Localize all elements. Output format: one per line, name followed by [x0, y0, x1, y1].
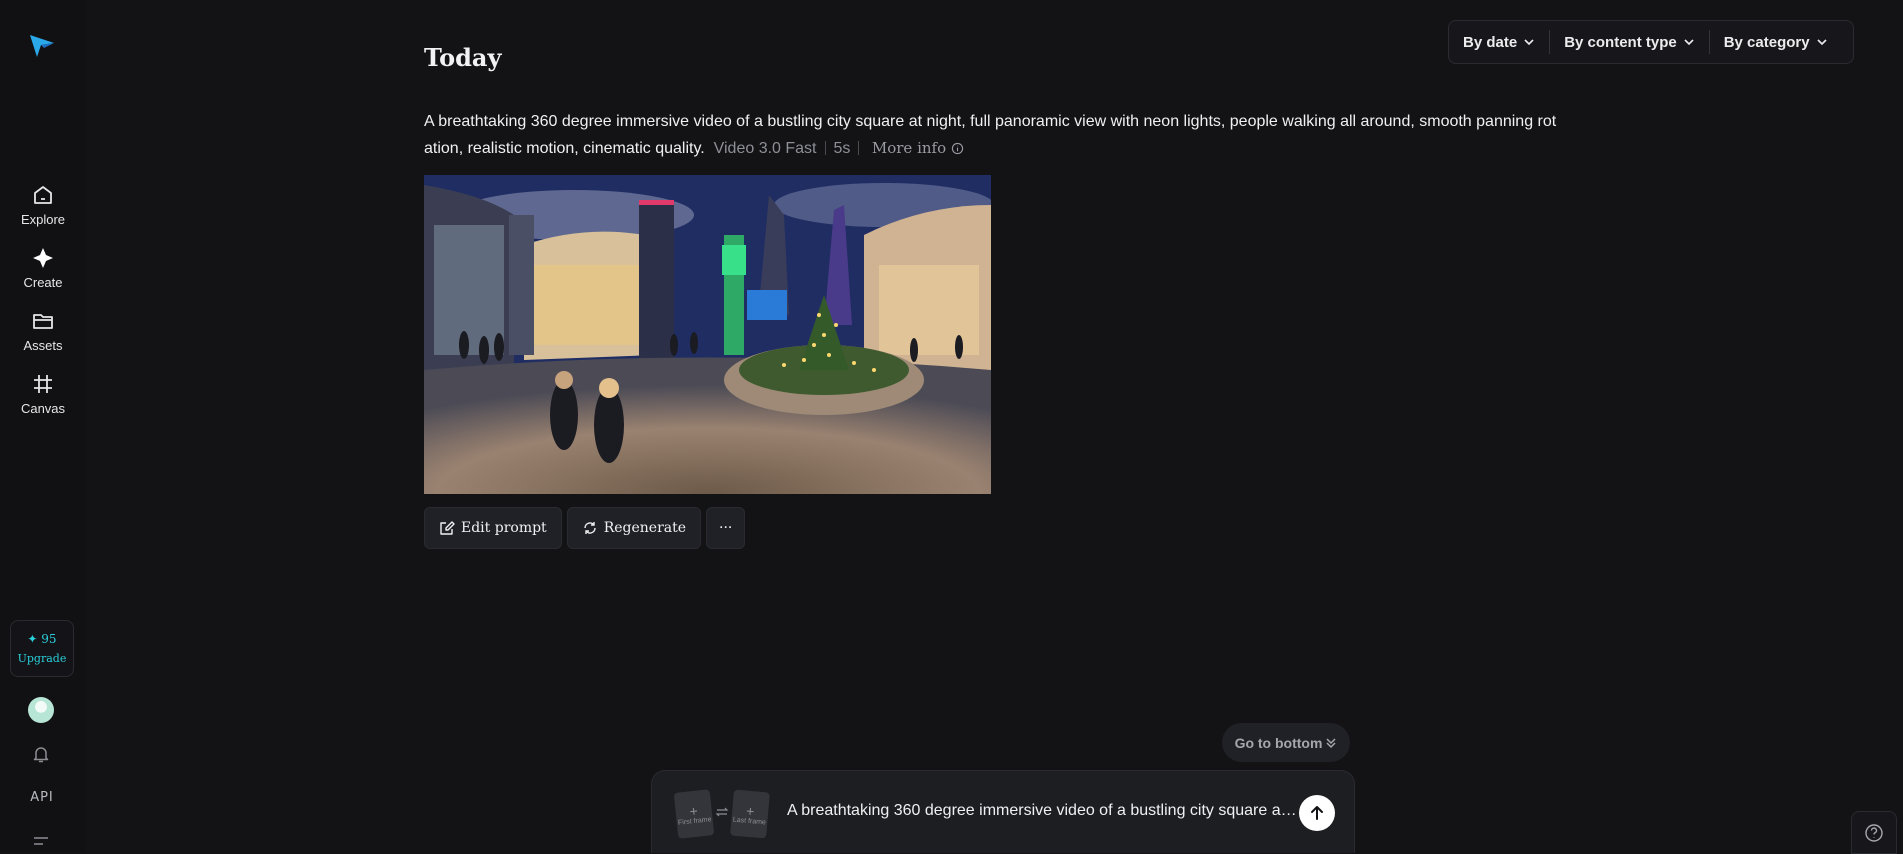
filter-by-date[interactable]: By date [1449, 30, 1549, 54]
logo-icon[interactable] [27, 30, 57, 60]
folder-icon [33, 314, 53, 329]
upgrade-link[interactable]: Upgrade [18, 652, 67, 665]
avatar[interactable] [28, 697, 54, 723]
chevron-down-icon [1684, 39, 1694, 46]
sidebar-item-label: Canvas [20, 401, 66, 416]
credits-upgrade-box[interactable]: ✦ 95 Upgrade [10, 620, 74, 677]
go-to-bottom-button[interactable]: Go to bottom [1222, 723, 1350, 762]
video-thumbnail[interactable] [424, 175, 991, 494]
prompt-input[interactable]: A breathtaking 360 degree immersive vide… [787, 802, 1297, 820]
chevrons-down-icon [1326, 737, 1336, 748]
first-frame-label: First frame [677, 815, 712, 827]
generation-prompt: A breathtaking 360 degree immersive vide… [424, 108, 1564, 162]
menu-icon[interactable] [33, 836, 49, 852]
edit-prompt-label: Edit prompt [461, 520, 547, 536]
city-square-night-image [424, 175, 991, 494]
plus-icon: + [745, 802, 756, 819]
edit-icon [440, 521, 455, 535]
chevron-down-icon [1817, 39, 1827, 46]
regenerate-label: Regenerate [603, 520, 687, 536]
sidebar: Explore Create Assets Canvas ✦ 95 Upgrad… [0, 0, 86, 852]
sidebar-item-label: Explore [20, 212, 66, 227]
sidebar-item-assets[interactable]: Assets [8, 309, 78, 361]
prompt-text: A breathtaking 360 degree immersive vide… [424, 113, 1557, 157]
more-info-link[interactable]: More info [872, 139, 964, 157]
regenerate-button[interactable]: Regenerate [566, 507, 702, 549]
credits-count: ✦ 95 [27, 632, 57, 646]
send-button[interactable] [1299, 795, 1335, 831]
filter-bar: By date By content type By category [1448, 20, 1854, 64]
sparkle-icon [33, 248, 53, 268]
filter-by-category[interactable]: By category [1708, 30, 1842, 54]
filter-by-content-type[interactable]: By content type [1549, 30, 1709, 54]
help-button[interactable] [1851, 811, 1897, 854]
sidebar-item-explore[interactable]: Explore [8, 183, 78, 235]
sidebar-item-label: Create [23, 275, 63, 290]
filter-label: By date [1463, 33, 1518, 51]
canvas-icon [34, 375, 52, 393]
refresh-icon [583, 522, 596, 534]
edit-prompt-button[interactable]: Edit prompt [424, 507, 562, 549]
generation-actions: Edit prompt Regenerate ··· [424, 507, 746, 549]
home-icon [34, 186, 52, 204]
help-icon [1865, 823, 1883, 842]
filter-label: By category [1723, 33, 1810, 51]
more-options-button[interactable]: ··· [706, 507, 746, 549]
sidebar-item-create[interactable]: Create [8, 246, 78, 298]
plus-icon: + [688, 802, 699, 819]
chevron-down-icon [1524, 39, 1534, 46]
section-title: Today [424, 43, 502, 72]
more-options-label: ··· [719, 520, 733, 536]
bell-icon[interactable] [31, 744, 51, 764]
swap-icon[interactable] [715, 805, 729, 819]
api-link[interactable]: API [22, 790, 62, 805]
filter-label: By content type [1564, 33, 1677, 51]
sidebar-item-canvas[interactable]: Canvas [8, 372, 78, 424]
video-duration: 5s [833, 140, 851, 157]
first-frame-slot[interactable]: + First frame [673, 789, 715, 839]
arrow-up-icon [1311, 806, 1323, 820]
go-to-bottom-label: Go to bottom [1234, 734, 1323, 751]
sidebar-item-label: Assets [23, 338, 63, 353]
more-info-label: More info [871, 139, 947, 157]
prompt-composer: + First frame + Last frame A breathtakin… [651, 770, 1355, 853]
last-frame-label: Last frame [732, 816, 767, 826]
model-name: Video 3.0 Fast [713, 140, 817, 157]
info-icon [951, 142, 964, 155]
last-frame-slot[interactable]: + Last frame [730, 789, 770, 839]
generation-meta: Video 3.0 Fast 5s [714, 140, 872, 157]
